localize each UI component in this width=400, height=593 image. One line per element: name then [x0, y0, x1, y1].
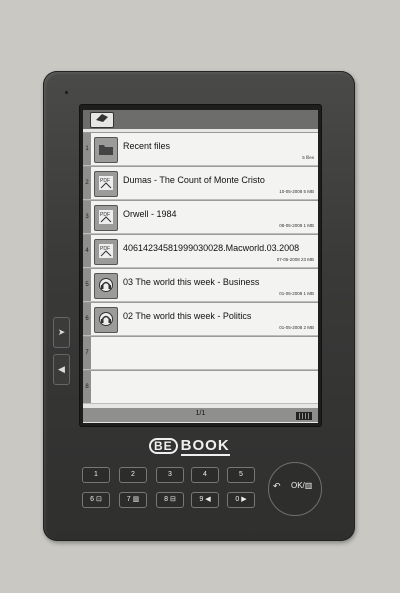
file-title: 40614234581999030028.Macworld.03.2008 [123, 243, 300, 253]
audio-icon [94, 307, 118, 333]
svg-text:PDF: PDF [100, 246, 110, 252]
status-bar: 1/1 [83, 408, 318, 422]
list-item[interactable]: 1 Recent files 5 files [83, 132, 318, 166]
file-meta: 01-05-2008 1 MB [279, 291, 314, 296]
file-meta: 5 files [302, 155, 314, 160]
key-9[interactable]: 9 ◀ [191, 492, 219, 508]
row-number: 5 [83, 269, 91, 301]
eraser-icon[interactable] [90, 112, 114, 128]
pdf-icon: PDF [94, 239, 118, 265]
list-item[interactable]: 7 [83, 336, 318, 370]
file-meta: 07-05-2008 23 MB [276, 257, 314, 262]
file-meta: 08-05-2008 1 MB [279, 223, 314, 228]
row-number: 3 [83, 201, 91, 233]
file-title: Recent files [123, 141, 171, 151]
row-number: 6 [83, 303, 91, 335]
logo-book: BOOK [180, 437, 230, 456]
file-title: 03 The world this week - Business [123, 277, 260, 287]
key-2[interactable]: 2 [119, 467, 147, 483]
file-title: 02 The world this week - Politics [123, 311, 252, 321]
key-1[interactable]: 1 [82, 467, 110, 483]
key-7[interactable]: 7 ▥ [119, 492, 147, 508]
row-number: 7 [83, 337, 91, 369]
list-item[interactable]: 3 PDF Orwell - 1984 08-05-2008 1 MB [83, 200, 318, 234]
row-number: 8 [83, 371, 91, 403]
back-icon[interactable]: ↶ [273, 481, 281, 492]
file-meta: 10-05-2008 5 MB [279, 189, 314, 194]
list-item[interactable]: 2 PDF Dumas - The Count of Monte Cristo … [83, 166, 318, 200]
logo-be: BE [149, 438, 178, 454]
list-item[interactable]: 6 02 The world this week - Politics 01-0… [83, 302, 318, 336]
key-8[interactable]: 8 ⊟ [156, 492, 184, 508]
folder-icon [94, 137, 118, 163]
row-number: 1 [83, 133, 91, 165]
file-title: Orwell - 1984 [123, 209, 177, 219]
power-led [65, 91, 68, 94]
list-item[interactable]: 4 PDF 40614234581999030028.Macworld.03.2… [83, 234, 318, 268]
audio-icon [94, 273, 118, 299]
page-back-button[interactable]: ◀ [53, 354, 70, 385]
list-item[interactable]: 8 [83, 370, 318, 404]
screen-toolbar [83, 110, 318, 129]
row-number: 2 [83, 167, 91, 199]
battery-icon [296, 412, 312, 420]
bebook-logo: BE BOOK [149, 437, 230, 456]
list-item[interactable]: 5 03 The world this week - Business 01-0… [83, 268, 318, 302]
pdf-icon: PDF [94, 171, 118, 197]
key-3[interactable]: 3 [156, 467, 184, 483]
e-ink-screen: 1 Recent files 5 files 2 PDF Dumas - The… [83, 110, 318, 423]
pdf-icon: PDF [94, 205, 118, 231]
svg-text:PDF: PDF [100, 212, 110, 218]
key-4[interactable]: 4 [191, 467, 219, 483]
key-6[interactable]: 6 ⊡ [82, 492, 110, 508]
file-meta: 01-05-2008 2 MB [279, 325, 314, 330]
svg-text:PDF: PDF [100, 178, 110, 184]
page-forward-button[interactable]: ➤ [53, 317, 70, 348]
page-indicator: 1/1 [195, 410, 206, 417]
key-0[interactable]: 0 ▶ [227, 492, 255, 508]
key-5[interactable]: 5 [227, 467, 255, 483]
row-number: 4 [83, 235, 91, 267]
ok-button[interactable]: OK/▥ [291, 481, 312, 490]
file-title: Dumas - The Count of Monte Cristo [123, 175, 265, 185]
